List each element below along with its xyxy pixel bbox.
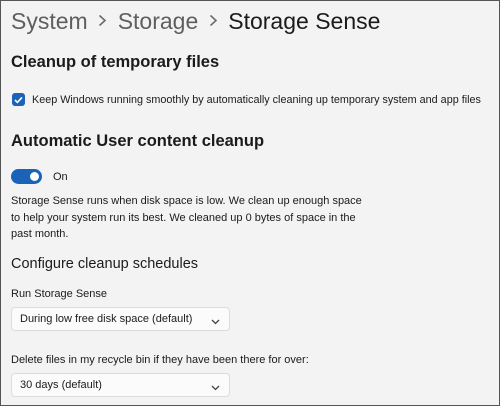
description-line: to help your system run its best. We cle… xyxy=(11,211,356,224)
recycle-bin-label: Delete files in my recycle bin if they h… xyxy=(11,354,309,366)
checkbox-checked-icon[interactable] xyxy=(12,93,25,106)
recycle-bin-dropdown[interactable]: 30 days (default) xyxy=(11,373,230,397)
breadcrumb-storage[interactable]: Storage xyxy=(118,8,199,35)
breadcrumb: System Storage Storage Sense xyxy=(11,4,380,38)
breadcrumb-chevron-icon xyxy=(198,10,228,33)
storage-sense-description: Storage Sense runs when disk space is lo… xyxy=(11,193,371,243)
storage-sense-window: System Storage Storage Sense Cleanup of … xyxy=(0,0,500,406)
description-line: Storage Sense runs when disk space is lo… xyxy=(11,195,362,207)
keep-windows-running-checkbox-row[interactable]: Keep Windows running smoothly by automat… xyxy=(12,93,481,106)
description-line: past month. xyxy=(11,228,69,240)
chevron-down-icon xyxy=(211,382,220,394)
page-title: Storage Sense xyxy=(228,7,381,34)
chevron-down-icon xyxy=(211,316,220,328)
configure-schedules-heading: Configure cleanup schedules xyxy=(11,256,199,272)
auto-cleanup-toggle-row: On xyxy=(11,169,68,184)
auto-cleanup-toggle[interactable] xyxy=(11,169,42,184)
keep-windows-running-label: Keep Windows running smoothly by automat… xyxy=(32,93,481,106)
run-storage-sense-label: Run Storage Sense xyxy=(11,288,108,300)
run-storage-sense-value: During low free disk space (default) xyxy=(20,313,193,325)
breadcrumb-system[interactable]: System xyxy=(11,8,88,35)
breadcrumb-chevron-icon xyxy=(88,10,118,33)
toggle-state-label: On xyxy=(53,170,68,183)
run-storage-sense-dropdown[interactable]: During low free disk space (default) xyxy=(11,307,230,331)
cleanup-temp-heading: Cleanup of temporary files xyxy=(11,53,220,71)
recycle-bin-value: 30 days (default) xyxy=(20,379,102,391)
auto-cleanup-heading: Automatic User content cleanup xyxy=(11,132,265,150)
toggle-knob xyxy=(30,172,39,181)
